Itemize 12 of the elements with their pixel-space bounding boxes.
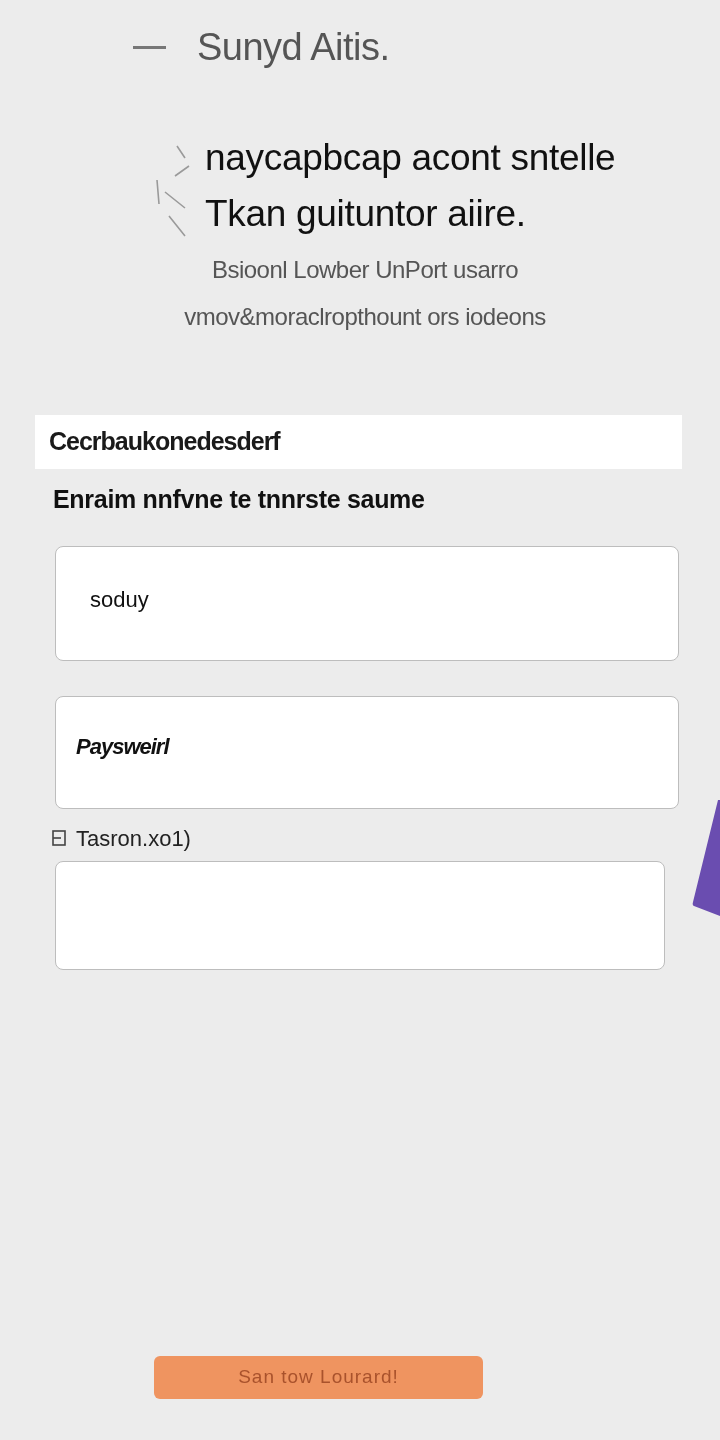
- field-label: Tasron.xo1): [76, 824, 191, 853]
- subtitle-text: vmov&moraclropthount ors iodeons: [184, 302, 546, 332]
- input-field[interactable]: Paysweirl: [55, 696, 679, 809]
- input-field[interactable]: [55, 861, 665, 970]
- dash-icon: [133, 45, 166, 49]
- subtitle-text: Bsioonl Lowber UnPort usarro: [211, 255, 519, 285]
- banner: Cecrbaukonedesderf: [35, 415, 682, 469]
- form-heading: Enraim nnfvne te tnnrste saume: [53, 484, 426, 515]
- headline-text: naycapbcap acont sntelle: [205, 136, 616, 180]
- headline-text: Tkan guituntor aiire.: [205, 192, 527, 236]
- input-field[interactable]: soduy: [55, 546, 679, 661]
- app-title: Sunyd Aitis.: [197, 25, 390, 70]
